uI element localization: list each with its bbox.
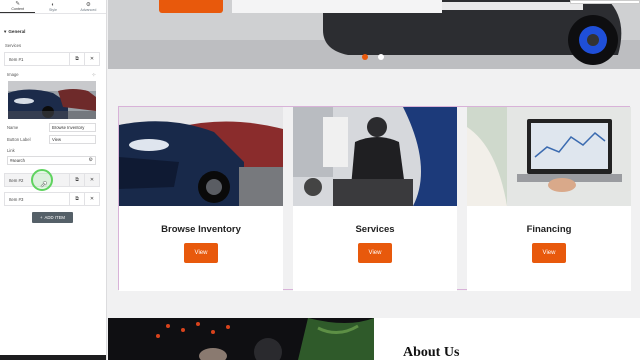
link-value: #search — [10, 158, 25, 163]
button-label-field: Button Label View — [7, 135, 96, 144]
image-label: Image — [7, 72, 19, 77]
button-label-input[interactable]: View — [49, 135, 96, 144]
card-financing: Financing View — [467, 107, 631, 291]
close-icon[interactable]: ✕ — [84, 174, 99, 186]
editor-panel: ✎ Content ◐ Style ⚙ Advanced ▾ General S… — [0, 0, 107, 360]
repeater-item-1[interactable]: Item #1 ⧉ ✕ — [4, 52, 100, 66]
tab-style[interactable]: ◐ Style — [35, 0, 70, 13]
panel-footer — [0, 355, 106, 360]
card-title: Browse Inventory — [161, 224, 241, 235]
name-field: Name Browse Inventory — [7, 123, 96, 132]
close-icon[interactable]: ✕ — [84, 53, 99, 65]
duplicate-icon[interactable]: ⧉ — [69, 53, 84, 65]
link-label: Link — [7, 148, 15, 153]
name-label: Name — [7, 125, 19, 130]
services-label: Services — [5, 43, 22, 48]
card-services: Services View — [293, 107, 457, 291]
duplicate-icon[interactable]: ⧉ — [69, 174, 84, 186]
button-label-label: Button Label — [7, 137, 31, 142]
about-title: About Us — [403, 345, 460, 360]
close-icon[interactable]: ✕ — [84, 193, 99, 205]
duplicate-icon[interactable]: ⧉ — [69, 193, 84, 205]
item-1-name: Item #1 — [9, 56, 24, 62]
item-3-name: Item #3 — [9, 196, 24, 202]
tab-advanced-label: Advanced — [80, 7, 97, 12]
card-image — [467, 107, 631, 206]
card-title: Financing — [526, 224, 572, 235]
dynamic-tags-icon[interactable]: ⊹ — [92, 72, 96, 78]
card-view-button[interactable]: View — [184, 243, 218, 263]
add-item-label: ADD ITEM — [44, 215, 66, 220]
tab-content[interactable]: ✎ Content — [0, 0, 36, 13]
card-view-button[interactable]: View — [532, 243, 566, 263]
section-title: General — [8, 29, 26, 34]
image-preview[interactable] — [8, 81, 96, 119]
services-cards: Browse Inventory View Services View Fina… — [118, 106, 631, 291]
card-title: Services — [355, 224, 395, 235]
tab-style-label: Style — [48, 7, 57, 12]
plus-icon: + — [39, 215, 43, 220]
page-preview: Browse Inventory View Services View Fina… — [108, 0, 640, 360]
hero-input[interactable] — [570, 0, 640, 4]
hero-button[interactable] — [159, 0, 223, 13]
link-options-gear-icon[interactable]: ⚙ — [89, 157, 93, 163]
slider-dot-active[interactable] — [362, 54, 368, 60]
slider-dot[interactable] — [378, 54, 384, 60]
link-input[interactable]: #search ⚙ — [7, 156, 96, 165]
hero-slider — [108, 0, 640, 69]
card-image — [293, 107, 457, 206]
tab-content-label: Content — [11, 7, 24, 11]
hero-search-bar[interactable] — [232, 0, 442, 13]
repeater-item-3[interactable]: Item #3 ⧉ ✕ — [4, 192, 100, 206]
card-view-button[interactable]: View — [358, 243, 392, 263]
panel-tabs: ✎ Content ◐ Style ⚙ Advanced — [0, 0, 106, 14]
card-image — [119, 107, 283, 206]
section-general[interactable]: ▾ General — [0, 26, 106, 37]
mouse-cursor-icon: ➚ — [40, 179, 48, 189]
about-image — [108, 318, 374, 360]
tab-advanced[interactable]: ⚙ Advanced — [71, 0, 106, 13]
caret-down-icon: ▾ — [4, 28, 7, 34]
name-input[interactable]: Browse Inventory — [49, 123, 96, 132]
add-item-button[interactable]: + ADD ITEM — [32, 212, 73, 223]
card-browse-inventory: Browse Inventory View — [119, 107, 283, 291]
